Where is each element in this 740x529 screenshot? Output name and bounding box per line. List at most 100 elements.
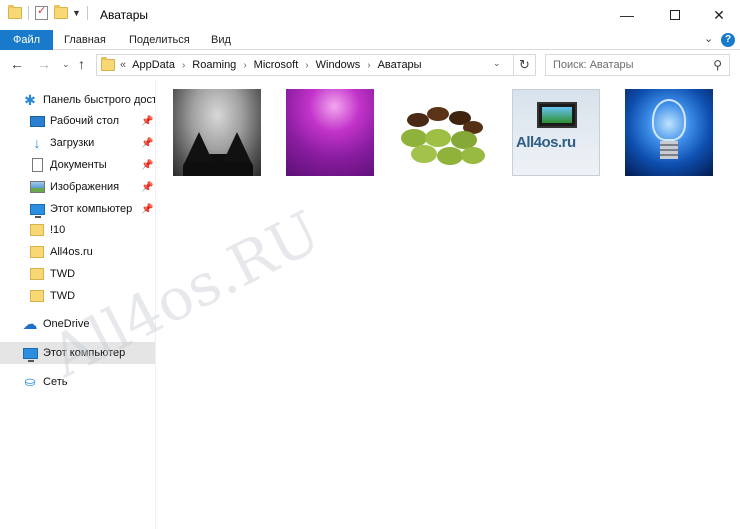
properties-icon[interactable] xyxy=(35,4,48,20)
maximize-button[interactable] xyxy=(652,0,698,30)
green-bean xyxy=(437,147,463,165)
sidebar-item-onedrive[interactable]: ☁ OneDrive xyxy=(0,313,155,335)
cat-ear-left xyxy=(185,132,213,162)
breadcrumb-separator-icon[interactable]: › xyxy=(182,60,185,71)
refresh-button[interactable]: ↻ xyxy=(513,55,535,75)
roasted-bean xyxy=(407,113,429,127)
sidebar-item-folder-twd[interactable]: TWD xyxy=(0,263,155,285)
recent-locations-chevron-icon[interactable]: ⌄ xyxy=(62,59,70,70)
breadcrumb-windows[interactable]: Windows xyxy=(316,59,361,71)
tab-home[interactable]: Главная xyxy=(64,30,106,50)
sidebar-item-downloads[interactable]: ↓ Загрузки 📌 xyxy=(0,132,155,154)
new-folder-icon[interactable] xyxy=(54,5,68,19)
search-icon[interactable]: ⚲ xyxy=(713,55,722,75)
sidebar-item-documents[interactable]: Документы 📌 xyxy=(0,154,155,176)
toolbar-divider xyxy=(86,6,88,20)
breadcrumb-appdata[interactable]: AppData xyxy=(132,59,175,71)
navigation-bar: ← → ⌄ ↑ « AppData › Roaming › Microsoft … xyxy=(0,50,740,80)
back-button[interactable]: ← xyxy=(10,56,24,72)
address-bar[interactable]: « AppData › Roaming › Microsoft › Window… xyxy=(96,54,536,76)
breadcrumb-microsoft[interactable]: Microsoft xyxy=(254,59,299,71)
ribbon-tabs: Файл Главная Поделиться Вид ⌄ ? xyxy=(0,30,740,50)
sidebar-item-quick-access[interactable]: ✱ Панель быстрого доступа xyxy=(0,89,155,111)
coffee-beans-thumbnail[interactable] xyxy=(399,89,487,176)
pin-icon[interactable]: 📌 xyxy=(141,182,153,193)
tab-file[interactable]: Файл xyxy=(0,30,53,50)
computer-icon xyxy=(29,202,45,218)
sidebar-item-label: TWD xyxy=(50,290,76,302)
title-bar: ▼ Аватары — ✕ xyxy=(0,0,740,30)
breadcrumb-separator-icon[interactable]: › xyxy=(305,60,308,71)
up-button[interactable]: ↑ xyxy=(78,56,85,72)
all4os-logo-thumbnail[interactable]: All4os.ru xyxy=(512,89,600,176)
purple-gradient-thumbnail[interactable] xyxy=(286,89,374,176)
folder-icon xyxy=(29,289,45,303)
cat-ears-thumbnail[interactable] xyxy=(173,89,261,176)
all4os-brand-text: All4os.ru xyxy=(516,134,576,151)
pin-icon[interactable]: 📌 xyxy=(141,116,153,127)
sidebar-item-label: Загрузки xyxy=(50,137,95,149)
sidebar-item-label: TWD xyxy=(50,268,76,280)
computer-icon xyxy=(22,346,38,362)
expand-ribbon-chevron-icon[interactable]: ⌄ xyxy=(704,32,713,45)
pictures-icon xyxy=(29,180,45,194)
pin-icon[interactable]: 📌 xyxy=(141,204,153,215)
bulb-base xyxy=(660,141,678,159)
quick-access-toolbar: ▼ xyxy=(8,4,88,20)
file-view: All4os.ru xyxy=(157,80,740,529)
tab-view[interactable]: Вид xyxy=(211,30,231,50)
navigation-pane: ✱ Панель быстрого доступа Рабочий стол 📌… xyxy=(0,80,156,529)
sidebar-item-pictures[interactable]: Изображения 📌 xyxy=(0,176,155,198)
roasted-bean xyxy=(427,107,449,121)
sidebar-item-label: Панель быстрого доступа xyxy=(43,94,155,106)
folder-icon xyxy=(101,57,115,71)
sidebar-item-label: Этот компьютер xyxy=(50,203,133,215)
sidebar-item-label: !10 xyxy=(50,224,66,236)
sidebar-item-label: Этот компьютер xyxy=(43,347,126,359)
sidebar-item-label: OneDrive xyxy=(43,318,90,330)
lightbulb-icon xyxy=(652,99,686,141)
download-icon: ↓ xyxy=(33,135,41,151)
network-icon: ⛀ xyxy=(24,374,36,389)
sidebar-item-folder-twd-2[interactable]: TWD xyxy=(0,285,155,307)
toolbar-divider xyxy=(28,6,29,20)
breadcrumb-separator-icon[interactable]: › xyxy=(367,60,370,71)
folder-icon xyxy=(29,267,45,281)
window-title: Аватары xyxy=(100,8,148,22)
breadcrumb-roaming[interactable]: Roaming xyxy=(192,59,236,71)
sidebar-item-label: Сеть xyxy=(43,376,68,388)
forward-button[interactable]: → xyxy=(37,56,51,72)
green-bean xyxy=(425,129,451,147)
sidebar-item-network[interactable]: ⛀ Сеть xyxy=(0,371,155,393)
green-bean xyxy=(461,147,485,164)
address-history-chevron-icon[interactable]: ⌄ xyxy=(493,58,501,69)
onedrive-icon: ☁ xyxy=(22,316,38,333)
customize-toolbar-chevron-icon[interactable]: ▼ xyxy=(72,8,81,18)
monitor-icon xyxy=(537,102,577,128)
breadcrumb-avatars[interactable]: Аватары xyxy=(378,59,422,71)
star-icon: ✱ xyxy=(24,91,36,108)
sidebar-item-label: Документы xyxy=(50,159,107,171)
sidebar-item-label: Изображения xyxy=(50,181,120,193)
sidebar-item-this-pc-pinned[interactable]: Этот компьютер 📌 xyxy=(0,198,155,220)
pin-icon[interactable]: 📌 xyxy=(141,138,153,149)
help-icon[interactable]: ? xyxy=(721,33,735,47)
sidebar-item-label: Рабочий стол xyxy=(50,115,120,127)
search-input[interactable]: Поиск: Аватары ⚲ xyxy=(545,54,730,76)
breadcrumb-separator-icon[interactable]: › xyxy=(243,60,246,71)
sidebar-item-folder-all4os[interactable]: All4os.ru xyxy=(0,241,155,263)
search-placeholder: Поиск: Аватары xyxy=(553,59,634,71)
sidebar-item-desktop[interactable]: Рабочий стол 📌 xyxy=(0,110,155,132)
lightbulb-thumbnail[interactable] xyxy=(625,89,713,176)
close-button[interactable]: ✕ xyxy=(696,0,740,30)
minimize-button[interactable]: — xyxy=(604,0,650,30)
pin-icon[interactable]: 📌 xyxy=(141,160,153,171)
tab-share[interactable]: Поделиться xyxy=(129,30,190,50)
folder-icon xyxy=(29,223,45,237)
folder-icon[interactable] xyxy=(8,5,22,19)
desktop-icon xyxy=(29,114,45,128)
sidebar-item-this-pc[interactable]: Этот компьютер xyxy=(0,342,155,364)
maximize-icon xyxy=(670,10,680,20)
breadcrumb-overflow[interactable]: « xyxy=(120,59,126,71)
sidebar-item-folder-10[interactable]: !10 xyxy=(0,219,155,241)
